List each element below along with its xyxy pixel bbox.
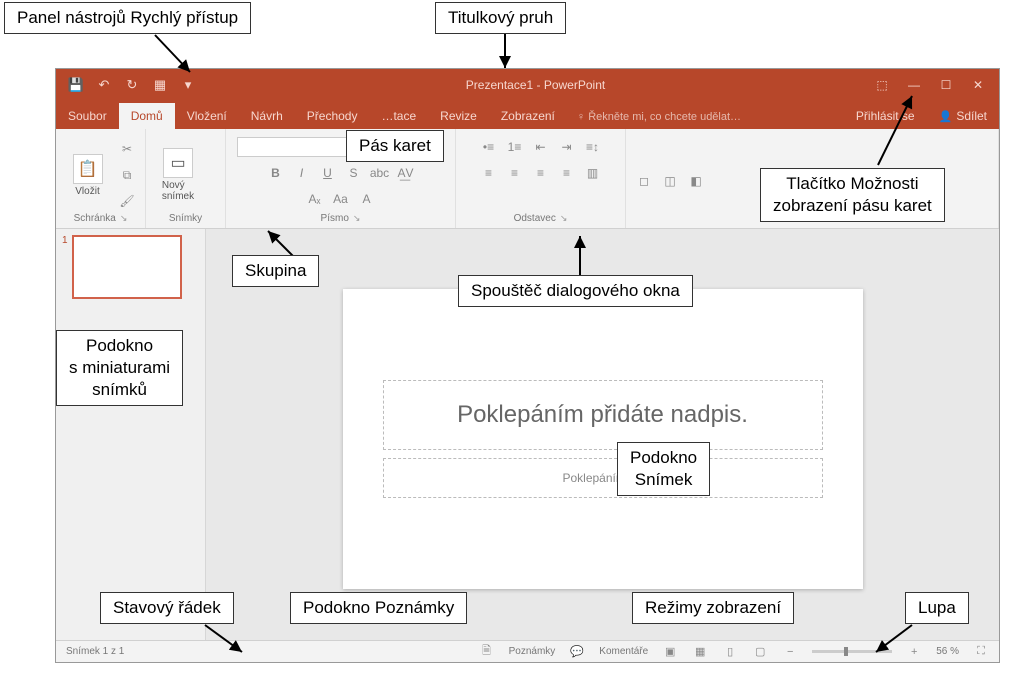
format-painter-icon[interactable]: 🖌 [117,191,137,211]
underline-icon[interactable]: U [318,163,338,183]
group-font-label: Písmo [321,213,349,224]
slide[interactable]: Poklepáním přidáte nadpis. Poklepáním př… [343,289,863,589]
callout-viewmodes: Režimy zobrazení [632,592,794,624]
line-spacing-icon[interactable]: ≡↕ [583,137,603,157]
paste-button[interactable]: 📋 Vložit [64,142,111,208]
tab-transitions[interactable]: Přechody [295,103,370,129]
quick-styles-icon[interactable]: ◧ [686,171,706,191]
justify-icon[interactable]: ≡ [557,163,577,183]
slide-counter: Snímek 1 z 1 [66,646,124,657]
redo-icon[interactable]: ↻ [124,77,140,93]
new-slide-label: Nový snímek [162,180,194,202]
slideshow-view-icon[interactable]: ▢ [752,644,768,660]
undo-icon[interactable]: ↶ [96,77,112,93]
bullets-icon[interactable]: •≡ [479,137,499,157]
paste-label: Vložit [75,186,99,197]
tab-review[interactable]: Revize [428,103,489,129]
maximize-icon[interactable]: ☐ [939,78,953,92]
arrange-icon[interactable]: ◫ [660,171,680,191]
indent-dec-icon[interactable]: ⇤ [531,137,551,157]
shapes-icon[interactable]: ◻ [634,171,654,191]
copy-icon[interactable]: ⧉ [117,165,137,185]
reading-view-icon[interactable]: ▯ [722,644,738,660]
bold-icon[interactable]: B [266,163,286,183]
subtitle-placeholder[interactable]: Poklepáním při [383,458,823,498]
group-slides: ▭ Nový snímek Snímky [146,129,226,228]
zoom-level[interactable]: 56 % [936,646,959,657]
thumbnail-preview[interactable] [72,235,182,299]
tab-view[interactable]: Zobrazení [489,103,567,129]
columns-icon[interactable]: ▥ [583,163,603,183]
dialog-launcher-icon[interactable]: ↘ [120,213,128,224]
tab-insert[interactable]: Vložení [175,103,239,129]
dialog-launcher-icon[interactable]: ↘ [353,213,361,224]
normal-view-icon[interactable]: ▣ [662,644,678,660]
shadow-icon[interactable]: abc [370,163,390,183]
tell-me-search[interactable]: ♀ Řekněte mi, co chcete udělat… [567,105,751,129]
group-slides-label: Snímky [169,213,202,224]
dialog-launcher-icon[interactable]: ↘ [560,213,568,224]
numbering-icon[interactable]: 1≡ [505,137,525,157]
window-title: Prezentace1 - PowerPoint [196,78,875,92]
group-paragraph-label: Odstavec [514,213,556,224]
new-slide-icon: ▭ [163,148,193,178]
align-left-icon[interactable]: ≡ [479,163,499,183]
clipboard-icon: 📋 [73,154,103,184]
align-center-icon[interactable]: ≡ [505,163,525,183]
callout-zoom: Lupa [905,592,969,624]
comments-button[interactable]: Komentáře [599,646,648,657]
ribbon-tabs: Soubor Domů Vložení Návrh Přechody …tace… [56,101,999,129]
callout-ribbon: Pás karet [346,130,444,162]
save-icon[interactable]: 💾 [68,77,84,93]
font-family-combo[interactable] [237,137,347,157]
slide-thumbnail[interactable]: 1 [62,235,199,299]
tab-home[interactable]: Domů [119,103,175,129]
notes-button[interactable]: Poznámky [509,646,556,657]
thumbnail-number: 1 [62,235,68,299]
group-paragraph: •≡ 1≡ ⇤ ⇥ ≡↕ ≡ ≡ ≡ ≡ ▥ Odstavec ↘ [456,129,626,228]
callout-group: Skupina [232,255,319,287]
strike-icon[interactable]: S [344,163,364,183]
callout-slidepane: Podokno Snímek [617,442,710,496]
fit-to-window-icon[interactable]: ⛶ [973,644,989,660]
tab-file[interactable]: Soubor [56,103,119,129]
notes-icon[interactable]: 🗎 [479,644,495,660]
sorter-view-icon[interactable]: ▦ [692,644,708,660]
indent-inc-icon[interactable]: ⇥ [557,137,577,157]
callout-qat: Panel nástrojů Rychlý přístup [4,2,251,34]
zoom-out-icon[interactable]: − [782,644,798,660]
font-color-icon[interactable]: A [357,189,377,209]
callout-launcher: Spouštěč dialogového okna [458,275,693,307]
comments-icon[interactable]: 💬 [569,644,585,660]
share-button[interactable]: Sdílet [927,103,999,129]
close-icon[interactable]: ✕ [971,78,985,92]
spacing-icon[interactable]: A͟V [396,163,416,183]
tab-design[interactable]: Návrh [239,103,295,129]
powerpoint-window: 💾 ↶ ↻ ▦ ▾ Prezentace1 - PowerPoint ⬚ — ☐… [55,68,1000,663]
group-clipboard: 📋 Vložit ✂ ⧉ 🖌 Schránka ↘ [56,129,146,228]
clear-format-icon[interactable]: Aₓ [305,189,325,209]
char-case-icon[interactable]: Aa [331,189,351,209]
callout-notes: Podokno Poznámky [290,592,467,624]
italic-icon[interactable]: I [292,163,312,183]
tab-slideshow[interactable]: …tace [369,103,428,129]
callout-statusbar: Stavový řádek [100,592,234,624]
align-right-icon[interactable]: ≡ [531,163,551,183]
title-placeholder[interactable]: Poklepáním přidáte nadpis. [383,380,823,450]
tell-me-placeholder: Řekněte mi, co chcete udělat… [588,111,741,123]
slide-thumbnail-pane[interactable]: 1 [56,229,206,640]
status-bar: Snímek 1 z 1 🗎 Poznámky 💬 Komentáře ▣ ▦ … [56,640,999,662]
callout-titlebar: Titulkový pruh [435,2,566,34]
group-clipboard-label: Schránka [74,213,116,224]
callout-ribbondisplay: Tlačítko Možnosti zobrazení pásu karet [760,168,945,222]
cut-icon[interactable]: ✂ [117,139,137,159]
callout-thumbs: Podokno s miniaturami snímků [56,330,183,406]
new-slide-button[interactable]: ▭ Nový snímek [154,142,202,208]
